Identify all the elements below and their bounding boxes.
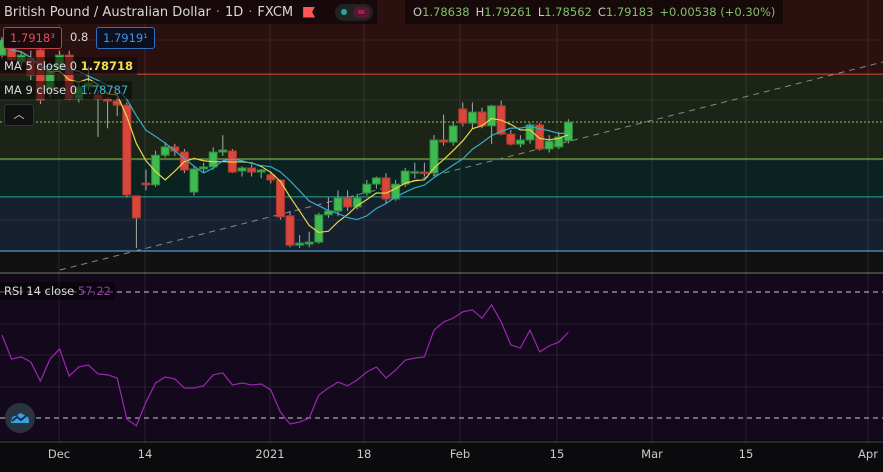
rsi-legend[interactable]: RSI 14 close 57.22 (0, 282, 115, 300)
x-tick-label: 2021 (255, 447, 285, 461)
sell-button[interactable]: 1.7918³ (3, 27, 62, 49)
flag-icon[interactable] (303, 6, 316, 18)
x-tick-label: 15 (738, 447, 754, 461)
ma9-value: 1.78787 (80, 83, 129, 97)
candle-body (160, 146, 170, 156)
separator: · (248, 4, 253, 20)
zone-bg (0, 74, 883, 159)
symbol-header: British Pound / Australian Dollar · 1D ·… (0, 0, 378, 24)
buy-button[interactable]: 1.7919¹ (96, 27, 155, 49)
market-open-icon (341, 9, 348, 15)
ma5-legend[interactable]: MA 5 close 0 1.78718 (0, 57, 138, 75)
candle-body (410, 171, 420, 174)
candle-body (189, 168, 199, 193)
x-tick-label: 14 (137, 447, 153, 461)
candle-body (343, 197, 353, 208)
candle-body (381, 177, 391, 200)
spread-value: 0.8 (70, 30, 89, 44)
symbol-title[interactable]: British Pound / Australian Dollar (4, 5, 211, 20)
x-tick-label: Apr (858, 447, 878, 461)
candle-body (515, 139, 525, 145)
high-value: 1.79261 (484, 5, 532, 19)
ma5-value: 1.78718 (80, 59, 134, 73)
ma9-legend[interactable]: MA 9 close 0 1.78787 (0, 81, 133, 99)
separator: · (215, 4, 220, 20)
candle-body (237, 167, 247, 172)
candle-body (487, 105, 497, 127)
candle-body (285, 215, 295, 246)
change-value: +0.00538 (+0.30%) (659, 5, 776, 19)
candle-body (371, 177, 381, 185)
rsi-pane-bg (0, 275, 883, 440)
x-tick-label: 15 (549, 447, 565, 461)
open-value: 1.78638 (422, 5, 470, 19)
rsi-value: 57.22 (77, 284, 111, 298)
candle-body (439, 139, 449, 143)
zone-bg (0, 158, 883, 197)
wave-icon: ≈ (353, 6, 370, 18)
chart-root[interactable]: British Pound / Australian Dollar · 1D ·… (0, 0, 883, 472)
candle-body (199, 166, 209, 170)
interval[interactable]: 1D (225, 5, 243, 20)
candle-body (362, 183, 372, 194)
exchange: FXCM (257, 4, 294, 20)
chevron-up-icon: ︿ (13, 108, 25, 121)
candle-body (131, 195, 141, 219)
candle-body (314, 214, 324, 243)
candle-body (448, 125, 458, 143)
low-value: 1.78562 (544, 5, 592, 19)
x-tick-label: Dec (47, 447, 71, 461)
candle-body (151, 154, 161, 186)
x-tick-label: 18 (356, 447, 372, 461)
x-tick-label: Feb (449, 447, 471, 461)
candle-body (467, 111, 477, 124)
candle-body (295, 242, 305, 246)
market-status-toggle[interactable]: ≈ (335, 3, 374, 21)
zone-bg (0, 251, 883, 272)
candle-body (247, 167, 257, 173)
candle-body (208, 151, 218, 168)
candle-body (218, 149, 228, 153)
candle-body (103, 98, 113, 102)
candle-body (458, 108, 468, 124)
tradingview-logo[interactable] (5, 403, 35, 433)
candle-body (122, 104, 132, 196)
collapse-legend-button[interactable]: ︿ (4, 104, 34, 126)
candle-body (304, 241, 314, 245)
candle-body (544, 140, 554, 150)
x-tick-label: Mar (641, 447, 663, 461)
candle-body (563, 121, 573, 142)
candle-body (419, 171, 429, 175)
ohlc-readout: O1.78638 H1.79261 L1.78562 C1.79183 +0.0… (405, 0, 784, 24)
close-value: 1.79183 (605, 5, 654, 19)
candle-body (506, 133, 516, 145)
candle-body (141, 182, 151, 186)
candle-body (256, 169, 266, 173)
candle-body (333, 197, 343, 212)
